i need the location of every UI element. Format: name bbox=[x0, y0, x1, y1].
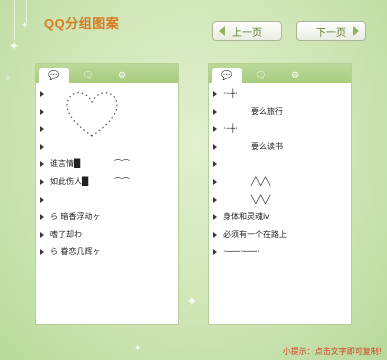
pattern-row[interactable]: 谁言情█ ⌒⌒ bbox=[36, 155, 178, 173]
star-icon: ✦ bbox=[134, 344, 142, 354]
copy-hint: 小提示：点击文字即可复制! bbox=[282, 347, 382, 356]
tab-chat-bubble[interactable]: 💬 bbox=[39, 68, 69, 83]
star-icon: ✦ bbox=[9, 39, 20, 53]
decorative-line bbox=[26, 0, 27, 22]
pattern-row[interactable]: ·┈┼· bbox=[209, 120, 351, 138]
triangle-bullet-icon bbox=[213, 126, 217, 133]
chat-settings-icon: ⚙ bbox=[290, 70, 300, 81]
pattern-row[interactable]: ·┈┼· bbox=[209, 85, 351, 103]
star-icon: ✦ bbox=[21, 21, 29, 31]
panel-tab-bar: 💬 🗨 ⚙ bbox=[36, 64, 178, 83]
triangle-bullet-icon bbox=[213, 161, 217, 168]
tab-chat-bubbles[interactable]: 🗨 bbox=[73, 68, 103, 83]
triangle-bullet-icon bbox=[40, 231, 44, 238]
arrow-right-icon bbox=[353, 26, 359, 36]
pattern-row[interactable]: ╲╱╲╱ bbox=[209, 191, 351, 209]
pattern-row[interactable]: ╱╲╱╲ bbox=[209, 173, 351, 191]
pattern-row[interactable] bbox=[36, 138, 178, 156]
pattern-text: 谁言情█ bbox=[50, 159, 81, 169]
triangle-bullet-icon bbox=[213, 143, 217, 150]
triangle-bullet-icon bbox=[213, 196, 217, 203]
pattern-text: 要么旅行 bbox=[251, 106, 283, 116]
pattern-row[interactable]: ら 暗香浮动ヶ bbox=[36, 208, 178, 226]
pattern-list: ·┈┼· 要么旅行 ·┈┼· 要么读书 ╱╲╱╲ ╲╱╲╱ 身体和灵魂ⅳ 必须有一个在路上 ·─… bbox=[209, 83, 351, 261]
pattern-row[interactable]: 嗜了却わ bbox=[36, 226, 178, 244]
pattern-text: ·───·───· bbox=[223, 247, 260, 257]
triangle-bullet-icon bbox=[40, 143, 44, 150]
pattern-text: ·┈┼· bbox=[223, 89, 238, 98]
panel-tab-bar: 💬 🗨 ⚙ bbox=[209, 64, 351, 83]
pattern-row[interactable]: 身体和灵魂ⅳ bbox=[209, 208, 351, 226]
pattern-row[interactable] bbox=[36, 191, 178, 209]
chat-bubbles-icon: 🗨 bbox=[255, 70, 267, 81]
triangle-bullet-icon bbox=[213, 249, 217, 256]
prev-page-button[interactable]: 上一页 bbox=[212, 21, 282, 41]
pattern-text: ·┈┼· bbox=[223, 124, 238, 134]
star-icon: ✧ bbox=[4, 74, 12, 84]
pattern-panel-right: 💬 🗨 ⚙ ·┈┼· 要么旅行 ·┈┼· 要么读书 ╱╲╱╲ ╲╱╲╱ 身体和灵魂ⅳ 必须有一… bbox=[208, 63, 352, 325]
pattern-text: 要么读书 bbox=[251, 141, 283, 151]
next-page-button[interactable]: 下一页 bbox=[296, 21, 366, 41]
pattern-text: ら 暗香浮动ヶ bbox=[50, 212, 101, 222]
tab-chat-bubbles[interactable]: 🗨 bbox=[246, 68, 276, 83]
arrow-left-icon bbox=[219, 26, 225, 36]
pattern-text-suffix: ⌒⌒ bbox=[114, 159, 130, 169]
page-title: QQ分组图案 bbox=[44, 16, 120, 31]
triangle-bullet-icon bbox=[40, 196, 44, 203]
chat-settings-icon: ⚙ bbox=[117, 70, 127, 81]
pattern-text: 身体和灵魂ⅳ bbox=[223, 212, 270, 222]
pattern-row[interactable]: 要么旅行 bbox=[209, 103, 351, 121]
triangle-bullet-icon bbox=[40, 108, 44, 115]
tab-chat-bubble[interactable]: 💬 bbox=[212, 68, 242, 83]
pattern-text: ╲╱╲╱ bbox=[251, 194, 271, 204]
pattern-row[interactable]: ら 眷恋几辉ヶ bbox=[36, 243, 178, 261]
triangle-bullet-icon bbox=[213, 214, 217, 221]
pattern-text: 必须有一个在路上 bbox=[223, 229, 287, 239]
chat-bubble-icon: 💬 bbox=[48, 70, 60, 81]
pattern-row[interactable]: ·───·───· bbox=[209, 243, 351, 261]
triangle-bullet-icon bbox=[213, 108, 217, 115]
pattern-text: ら 眷恋几辉ヶ bbox=[50, 247, 101, 257]
tab-chat-settings[interactable]: ⚙ bbox=[280, 68, 310, 83]
pattern-row[interactable]: 如此伤人█ ⌒⌒ bbox=[36, 173, 178, 191]
pattern-text: 嗜了却わ bbox=[50, 229, 82, 239]
pattern-row[interactable]: 要么读书 bbox=[209, 138, 351, 156]
triangle-bullet-icon bbox=[213, 178, 217, 185]
chat-bubbles-icon: 🗨 bbox=[82, 70, 94, 81]
triangle-bullet-icon bbox=[40, 249, 44, 256]
triangle-bullet-icon bbox=[40, 214, 44, 221]
prev-page-label: 上一页 bbox=[232, 27, 262, 39]
pattern-row[interactable]: 必须有一个在路上 bbox=[209, 226, 351, 244]
decorative-line bbox=[14, 0, 15, 40]
tab-chat-settings[interactable]: ⚙ bbox=[107, 68, 137, 83]
triangle-bullet-icon bbox=[40, 126, 44, 133]
triangle-bullet-icon bbox=[40, 91, 44, 97]
triangle-bullet-icon bbox=[40, 178, 44, 185]
heart-pattern-icon bbox=[66, 92, 118, 137]
pattern-panel-left: 💬 🗨 ⚙ 谁言情█ ⌒⌒ 如此伤人█ ⌒⌒ ら 暗香浮动ヶ 嗜了却わら 眷恋几辉ヶ bbox=[35, 63, 179, 325]
star-icon: ✦ bbox=[186, 294, 198, 310]
chat-bubble-icon: 💬 bbox=[221, 70, 233, 81]
pattern-row[interactable] bbox=[209, 155, 351, 173]
pattern-text: ╱╲╱╲ bbox=[251, 176, 271, 186]
triangle-bullet-icon bbox=[40, 161, 44, 168]
pattern-text-suffix: ⌒⌒ bbox=[114, 176, 130, 186]
pattern-text: 如此伤人█ bbox=[50, 176, 89, 186]
next-page-label: 下一页 bbox=[316, 27, 346, 39]
triangle-bullet-icon bbox=[213, 231, 217, 238]
triangle-bullet-icon bbox=[213, 91, 217, 97]
